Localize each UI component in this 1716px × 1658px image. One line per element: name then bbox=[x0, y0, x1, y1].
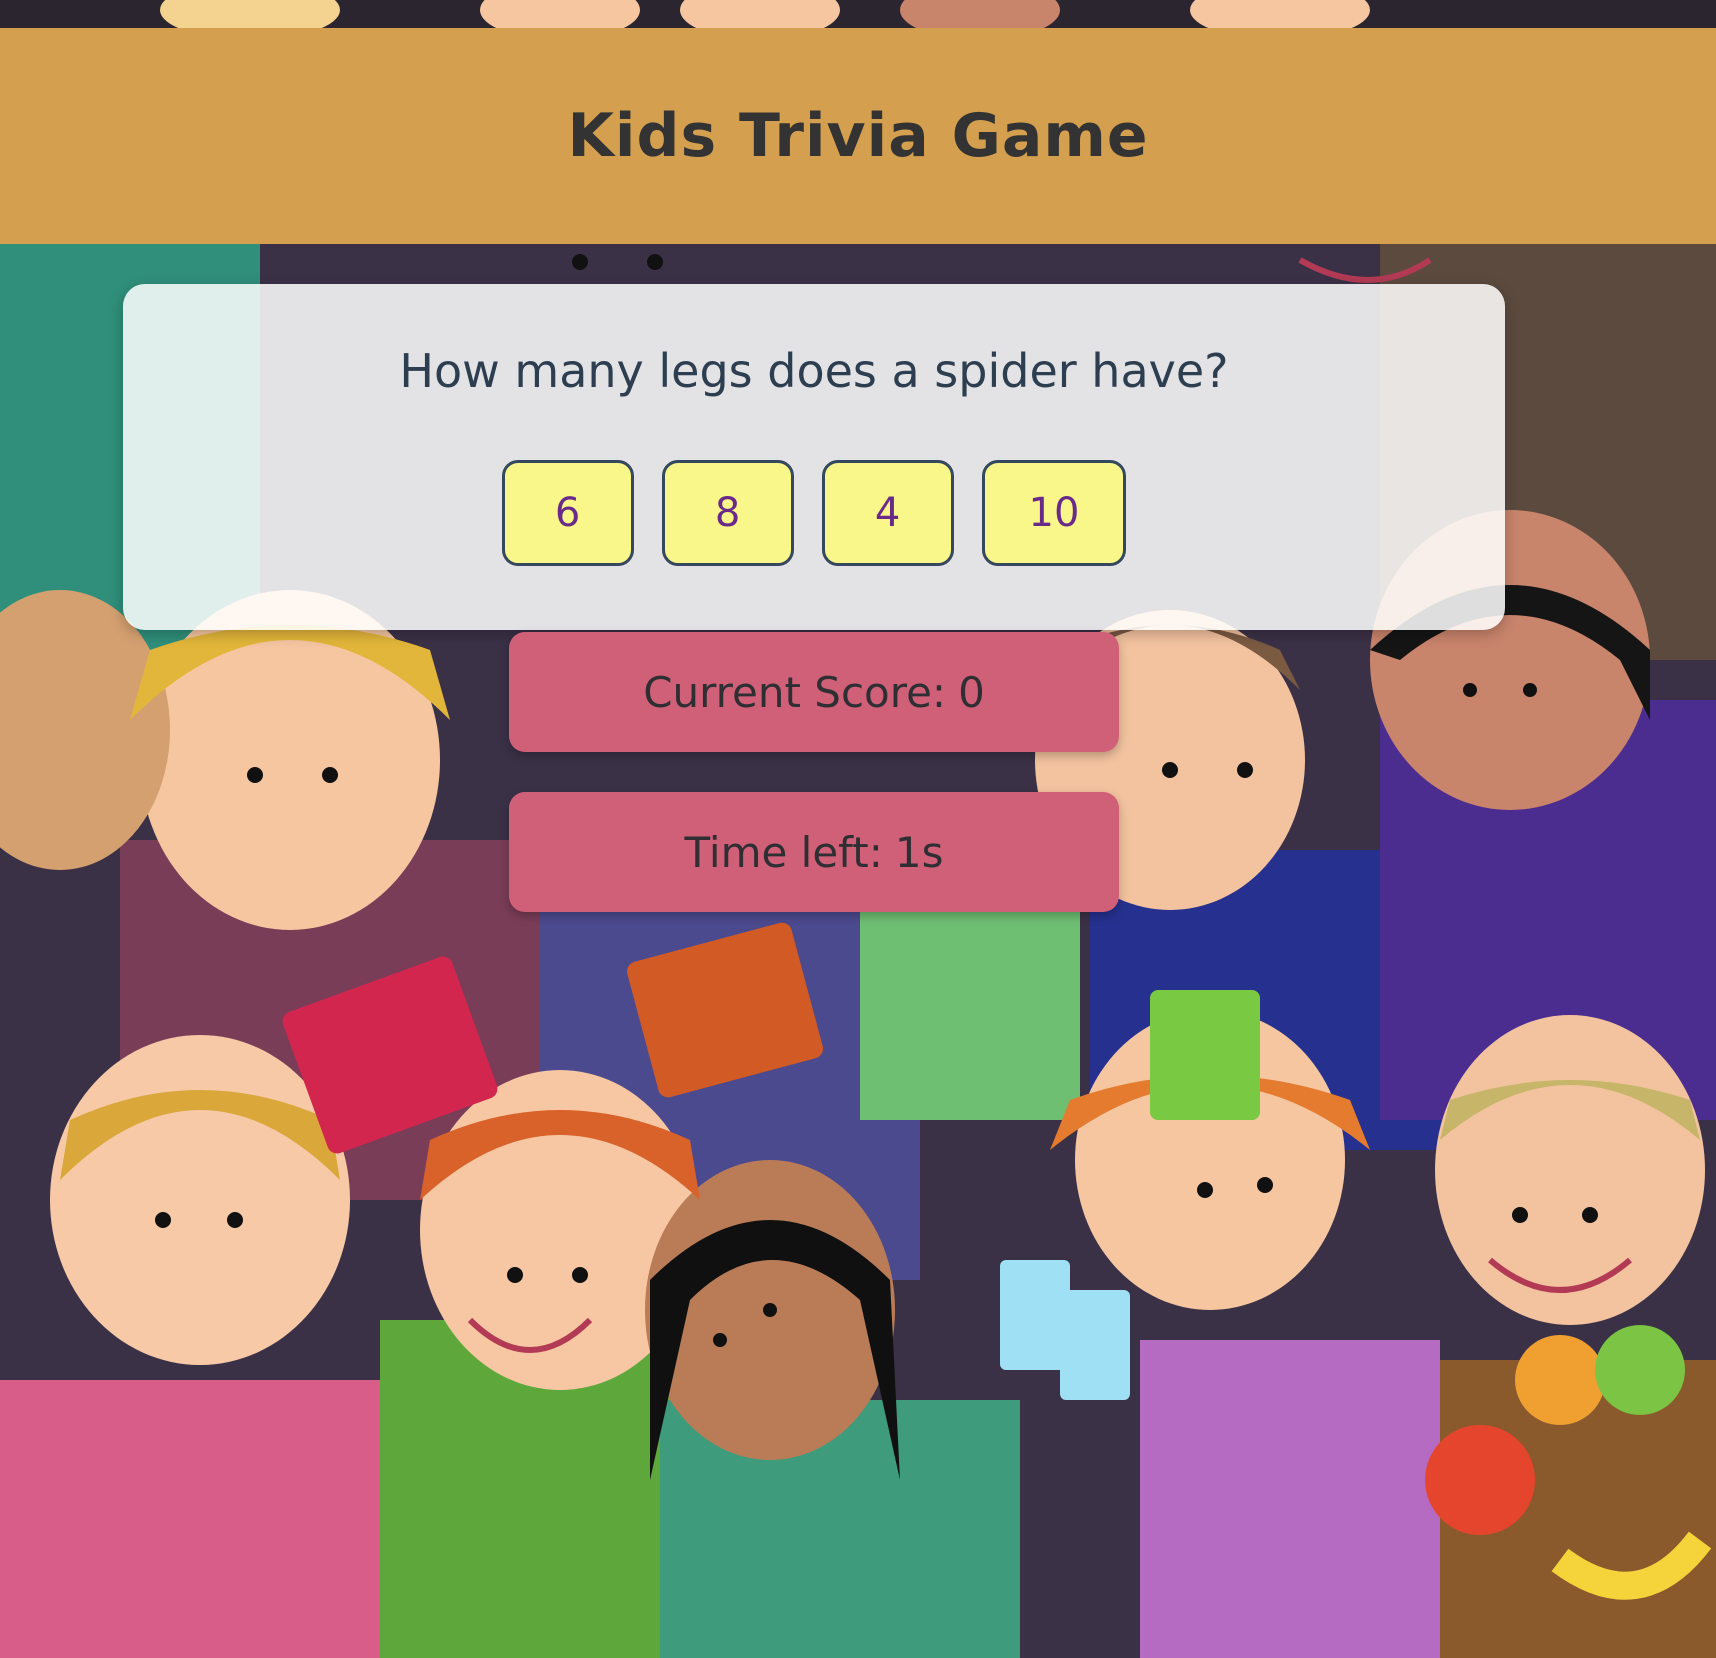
score-display: Current Score: 0 bbox=[509, 632, 1119, 752]
question-card: How many legs does a spider have? 6 8 4 … bbox=[123, 284, 1505, 630]
timer-value: 1s bbox=[894, 827, 944, 877]
answer-button-3[interactable]: 4 bbox=[821, 460, 954, 566]
game-title: Kids Trivia Game bbox=[567, 101, 1149, 171]
score-value: 0 bbox=[958, 667, 985, 717]
timer-display: Time left: 1s bbox=[509, 792, 1119, 912]
question-text: How many legs does a spider have? bbox=[399, 344, 1229, 398]
answer-button-1[interactable]: 6 bbox=[501, 460, 634, 566]
answer-button-4[interactable]: 10 bbox=[981, 460, 1127, 566]
score-label: Current Score: bbox=[643, 667, 947, 717]
header-bar: Kids Trivia Game bbox=[0, 28, 1716, 244]
answer-options: 6 8 4 10 bbox=[123, 460, 1505, 566]
answer-button-2[interactable]: 8 bbox=[661, 460, 794, 566]
timer-label: Time left: bbox=[684, 827, 883, 877]
